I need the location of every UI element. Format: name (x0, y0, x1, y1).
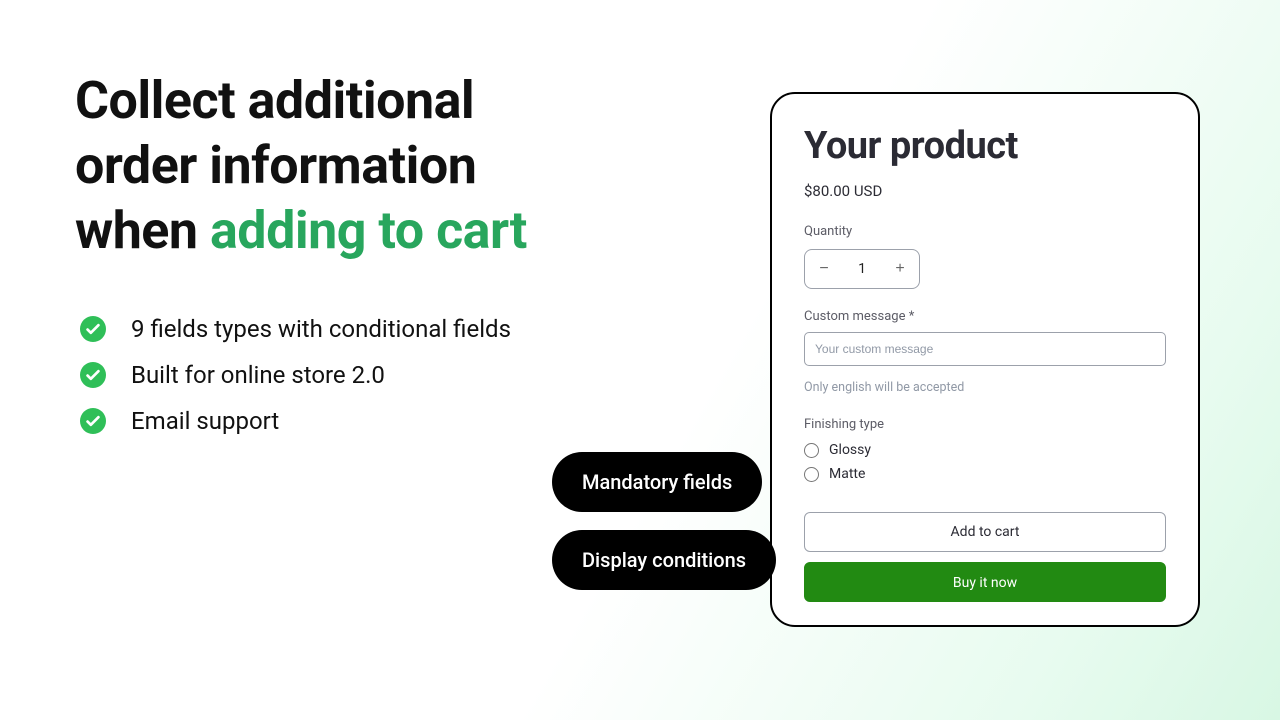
feature-label: Email support (131, 407, 279, 435)
feature-item: 9 fields types with conditional fields (80, 315, 680, 343)
hero-line-1: Collect additional (75, 70, 474, 131)
quantity-value: 1 (843, 261, 881, 277)
hero-headline: Collect additional order information whe… (75, 68, 695, 263)
quantity-increment-button[interactable]: + (881, 250, 919, 288)
product-title: Your product (804, 124, 1166, 168)
check-icon (80, 408, 106, 434)
add-to-cart-button[interactable]: Add to cart (804, 512, 1166, 552)
finishing-option-matte[interactable]: Matte (804, 466, 1166, 482)
feature-item: Email support (80, 407, 680, 435)
quantity-label: Quantity (804, 224, 1166, 239)
radio-label: Matte (829, 466, 865, 482)
finishing-option-glossy[interactable]: Glossy (804, 442, 1166, 458)
hero-title: Collect additional order information whe… (75, 68, 695, 263)
hero-line-3-prefix: when (75, 200, 210, 261)
finishing-type-group: Glossy Matte (804, 442, 1166, 482)
custom-message-label: Custom message * (804, 309, 1166, 324)
quantity-decrement-button[interactable]: − (805, 250, 843, 288)
check-icon (80, 316, 106, 342)
buy-now-button[interactable]: Buy it now (804, 562, 1166, 602)
product-price: $80.00 USD (804, 182, 1166, 200)
finishing-type-label: Finishing type (804, 417, 1166, 432)
display-conditions-pill: Display conditions (552, 530, 776, 590)
radio-matte[interactable] (804, 467, 819, 482)
product-card: Your product $80.00 USD Quantity − 1 + C… (770, 92, 1200, 627)
check-icon (80, 362, 106, 388)
radio-label: Glossy (829, 442, 871, 458)
feature-item: Built for online store 2.0 (80, 361, 680, 389)
feature-list: 9 fields types with conditional fields B… (80, 315, 680, 453)
feature-label: Built for online store 2.0 (131, 361, 385, 389)
custom-message-input[interactable] (804, 332, 1166, 366)
radio-glossy[interactable] (804, 443, 819, 458)
mandatory-fields-pill: Mandatory fields (552, 452, 762, 512)
quantity-stepper[interactable]: − 1 + (804, 249, 920, 289)
custom-message-helper: Only english will be accepted (804, 380, 1166, 395)
hero-line-2: order information (75, 135, 476, 196)
feature-label: 9 fields types with conditional fields (131, 315, 511, 343)
hero-line-3-accent: adding to cart (210, 200, 527, 261)
